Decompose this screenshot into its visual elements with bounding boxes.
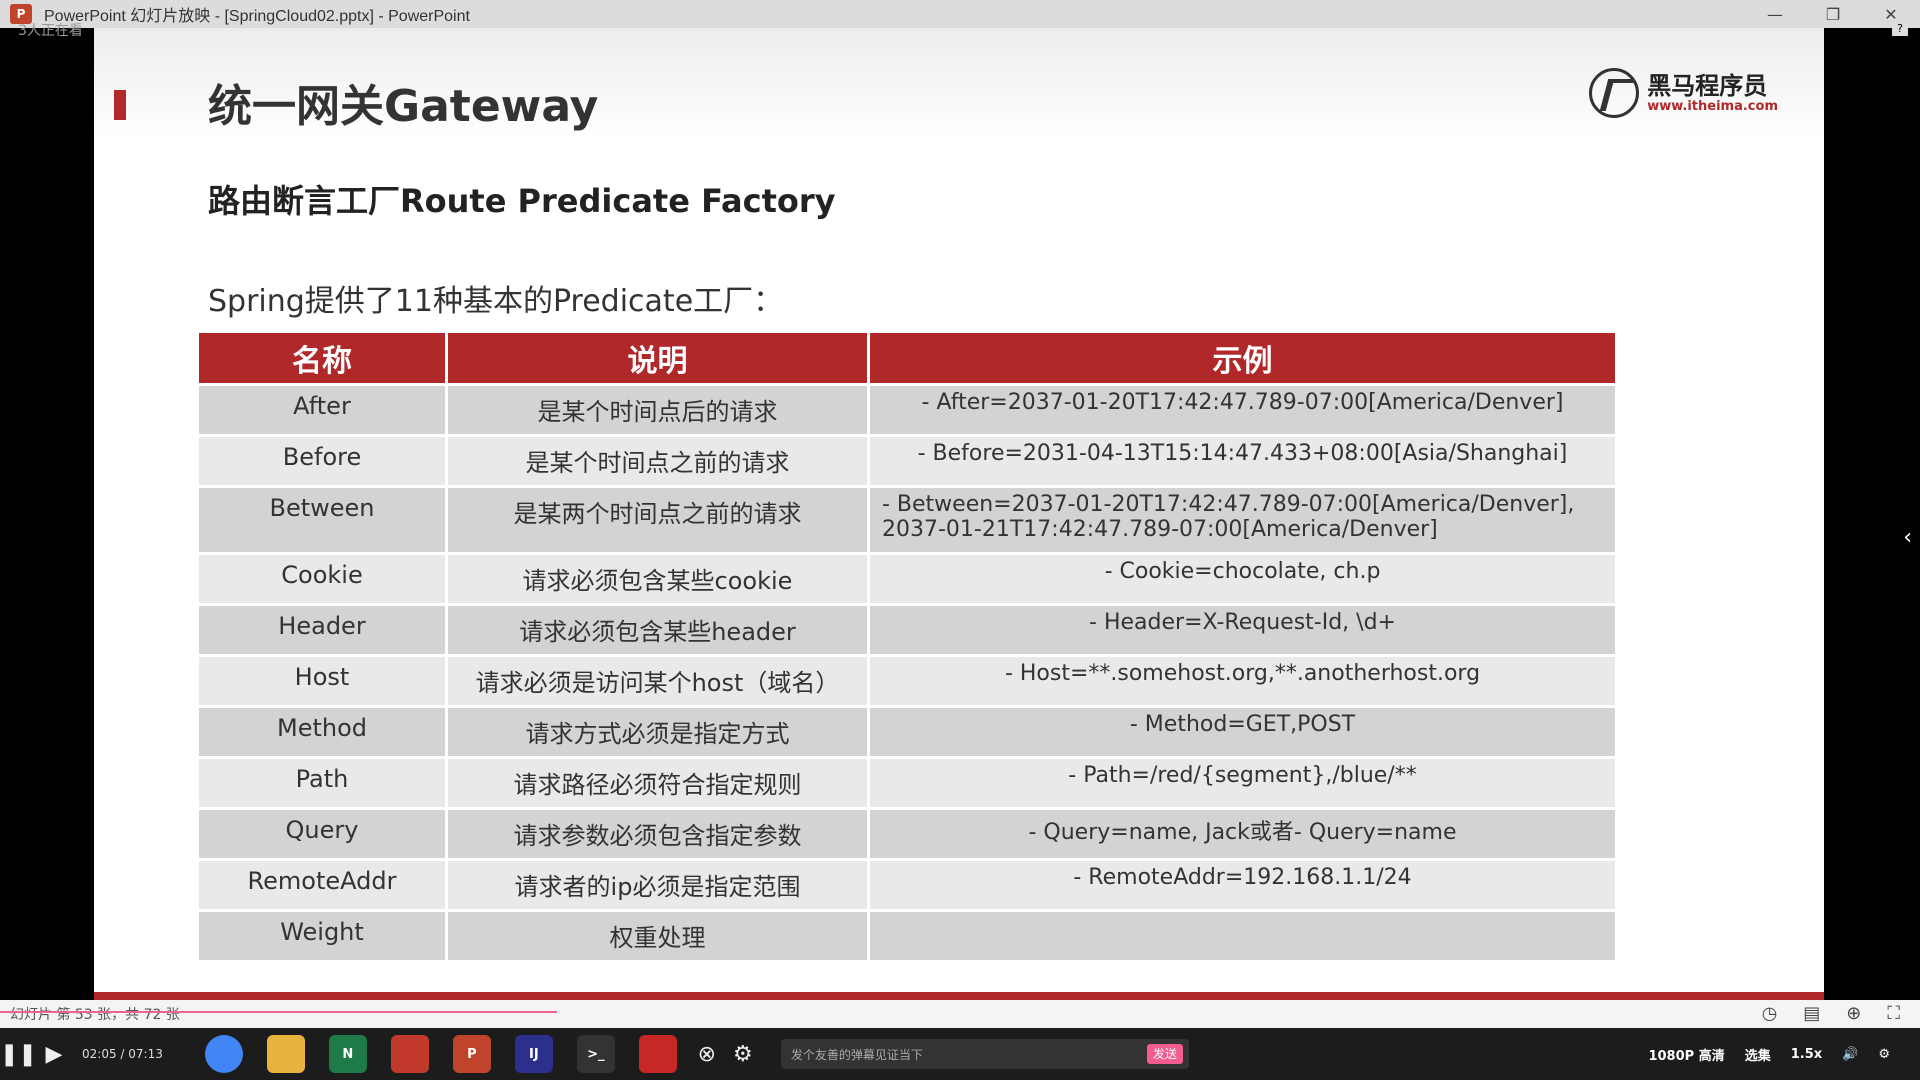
cell-description: 是某个时间点后的请求 (448, 386, 867, 434)
table-row: Between 是某两个时间点之前的请求 - Between=2037-01-2… (199, 488, 1615, 552)
cell-example: - Cookie=chocolate, ch.p (870, 555, 1615, 603)
cell-description: 请求必须包含某些cookie (448, 555, 867, 603)
cell-example: - After=2037-01-20T17:42:47.789-07:00[Am… (870, 386, 1615, 434)
viewer-count: 3人正在看 (18, 23, 83, 39)
cell-example: - RemoteAddr=192.168.1.1/24 (870, 861, 1615, 909)
table-row: Host 请求必须是访问某个host（域名） - Host=**.somehos… (199, 657, 1615, 705)
minimize-button[interactable]: — (1746, 0, 1804, 28)
predicate-table: 名称 说明 示例 After 是某个时间点后的请求 - After=2037-0… (196, 330, 1618, 963)
intellij-icon[interactable]: IJ (514, 1035, 553, 1073)
cell-example: - Host=**.somehost.org,**.anotherhost.or… (870, 657, 1615, 705)
cell-example: - Before=2031-04-13T15:14:47.433+08:00[A… (870, 437, 1615, 485)
window-title-bar: P PowerPoint 幻灯片放映 - [SpringCloud02.pptx… (0, 0, 1920, 28)
window-title: PowerPoint 幻灯片放映 - [SpringCloud02.pptx] … (44, 8, 470, 25)
episodes-button[interactable]: 选集 (1745, 1045, 1771, 1064)
time-total: 07:13 (128, 1047, 163, 1061)
column-header-example: 示例 (870, 333, 1615, 383)
column-header-description: 说明 (448, 333, 867, 383)
slide-subtitle: 路由断言工厂Route Predicate Factory (208, 182, 836, 220)
table-row: RemoteAddr 请求者的ip必须是指定范围 - RemoteAddr=19… (199, 861, 1615, 909)
cell-description: 是某个时间点之前的请求 (448, 437, 867, 485)
send-button[interactable]: 发送 (1146, 1044, 1183, 1064)
zoom-icon[interactable]: ⊕ (1846, 1003, 1861, 1024)
cell-example: - Method=GET,POST (870, 708, 1615, 756)
slide-title: 统一网关Gateway (208, 81, 599, 132)
slide-counter: 幻灯片 第 53 张，共 72 张 (10, 1007, 180, 1023)
cell-name: Path (199, 759, 445, 807)
app-icon[interactable] (390, 1035, 429, 1073)
cell-description: 权重处理 (448, 912, 867, 960)
pause-icon[interactable]: ❚❚ (0, 1042, 37, 1067)
cell-description: 是某两个时间点之前的请求 (448, 488, 867, 552)
table-row: After 是某个时间点后的请求 - After=2037-01-20T17:4… (199, 386, 1615, 434)
slide-bottom-band (94, 992, 1824, 1000)
slideshow-controls: ◷ ▤ ⊕ ⛶ (1762, 1003, 1900, 1024)
cell-name: Host (199, 657, 445, 705)
cell-description: 请求必须包含某些header (448, 606, 867, 654)
video-player-bar: ❚❚ ▶ 02:05 / 07:13 N P IJ >_ ⊗ ⚙ 发个友善的弹幕… (0, 1028, 1920, 1080)
cell-description: 请求路径必须符合指定规则 (448, 759, 867, 807)
volume-icon[interactable]: 🔊 (1842, 1047, 1858, 1062)
youdao-icon[interactable] (638, 1035, 677, 1073)
table-row: Method 请求方式必须是指定方式 - Method=GET,POST (199, 708, 1615, 756)
table-row: Path 请求路径必须符合指定规则 - Path=/red/{segment},… (199, 759, 1615, 807)
pen-tool-icon[interactable]: ◷ (1762, 1003, 1778, 1024)
file-explorer-icon[interactable] (266, 1035, 305, 1073)
help-icon[interactable]: ? (1892, 22, 1908, 36)
table-row: Header 请求必须包含某些header - Header=X-Request… (199, 606, 1615, 654)
slideshow-status-bar: 幻灯片 第 53 张，共 72 张 (0, 1000, 1920, 1028)
cell-name: Before (199, 437, 445, 485)
table-row: Weight 权重处理 (199, 912, 1615, 960)
horse-logo-icon (1589, 68, 1640, 118)
quality-button[interactable]: 1080P 高清 (1648, 1045, 1724, 1064)
itheima-logo: 黑马程序员 www.itheima.com (1589, 68, 1778, 118)
slide-intro-text: Spring提供了11种基本的Predicate工厂： (208, 284, 784, 319)
cell-name: Query (199, 810, 445, 858)
cell-name: Cookie (199, 555, 445, 603)
chevron-left-icon[interactable]: ‹ (1903, 525, 1912, 550)
logo-name: 黑马程序员 (1647, 71, 1768, 100)
speed-button[interactable]: 1.5x (1791, 1047, 1822, 1062)
table-row: Query 请求参数必须包含指定参数 - Query=name, Jack或者-… (199, 810, 1615, 858)
table-row: Before 是某个时间点之前的请求 - Before=2031-04-13T1… (199, 437, 1615, 485)
video-progress-bar[interactable] (0, 1011, 557, 1013)
cell-name: RemoteAddr (199, 861, 445, 909)
next-icon[interactable]: ▶ (36, 1042, 72, 1067)
cell-example: - Query=name, Jack或者- Query=name (870, 810, 1615, 858)
danmu-placeholder: 发个友善的弹幕见证当下 (790, 1047, 923, 1062)
restore-button[interactable]: ❐ (1804, 0, 1862, 28)
cell-name: After (199, 386, 445, 434)
title-accent-bar (114, 90, 126, 120)
logo-url: www.itheima.com (1647, 98, 1778, 114)
notepad-plus-icon[interactable]: N (328, 1035, 367, 1073)
danmu-input[interactable]: 发个友善的弹幕见证当下 发送 (780, 1039, 1189, 1069)
cell-description: 请求参数必须包含指定参数 (448, 810, 867, 858)
danmu-settings-icon[interactable]: ⚙ (725, 1042, 761, 1067)
column-header-name: 名称 (199, 333, 445, 383)
chrome-icon[interactable] (204, 1035, 243, 1073)
cell-example (870, 912, 1615, 960)
cell-description: 请求方式必须是指定方式 (448, 708, 867, 756)
cell-example: - Header=X-Request-Id, \d+ (870, 606, 1615, 654)
cell-name: Between (199, 488, 445, 552)
table-row: Cookie 请求必须包含某些cookie - Cookie=chocolate… (199, 555, 1615, 603)
cell-example: - Path=/red/{segment},/blue/** (870, 759, 1615, 807)
terminal-icon[interactable]: >_ (576, 1035, 615, 1073)
close-button[interactable]: ✕ (1862, 0, 1920, 28)
settings-icon[interactable]: ⚙ (1878, 1047, 1890, 1062)
slide: 统一网关Gateway 黑马程序员 www.itheima.com 路由断言工厂… (94, 28, 1824, 1000)
fullscreen-icon[interactable]: ⛶ (1887, 1003, 1900, 1024)
cell-description: 请求者的ip必须是指定范围 (448, 861, 867, 909)
cell-name: Method (199, 708, 445, 756)
playback-time: 02:05 / 07:13 (82, 1047, 163, 1061)
powerpoint-taskbar-icon[interactable]: P (452, 1035, 491, 1073)
danmu-toggle-icon[interactable]: ⊗ (689, 1042, 725, 1067)
slide-grid-icon[interactable]: ▤ (1803, 1003, 1820, 1024)
cell-name: Weight (199, 912, 445, 960)
time-current: 02:05 (82, 1047, 117, 1061)
cell-description: 请求必须是访问某个host（域名） (448, 657, 867, 705)
cell-name: Header (199, 606, 445, 654)
cell-example: - Between=2037-01-20T17:42:47.789-07:00[… (870, 488, 1615, 552)
